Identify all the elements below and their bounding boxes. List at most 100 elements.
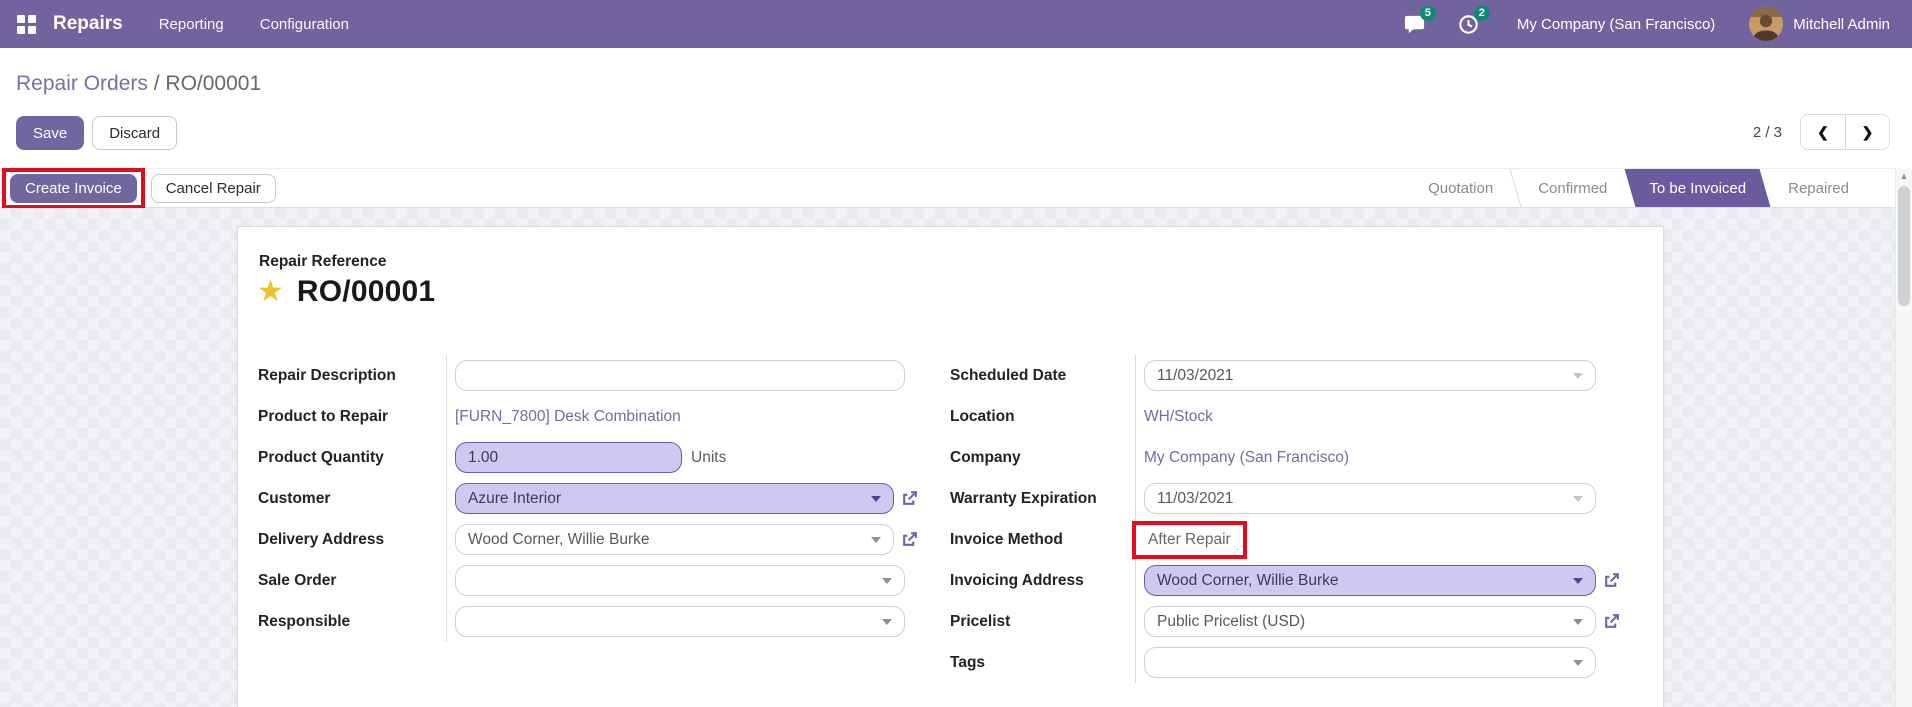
field-row-repair-description: Repair Description [258,355,918,396]
field-label-invoicing-address: Invoicing Address [950,572,1144,590]
delivery-address-input[interactable]: Wood Corner, Willie Burke [455,524,894,555]
scrollbar-thumb[interactable] [1898,186,1910,306]
activities-clock-icon[interactable]: 2 [1457,12,1481,36]
caret-down-icon [882,619,892,625]
field-widget [1144,647,1650,678]
product-to-repair-value[interactable]: [FURN_7800] Desk Combination [455,408,681,426]
pager-next-button[interactable]: ❯ [1845,115,1889,149]
external-link-icon[interactable] [1603,572,1620,589]
field-row-product-quantity: Product Quantity1.00 Units [258,437,918,478]
invoicing-address-input[interactable]: Wood Corner, Willie Burke [1144,565,1596,596]
field-widget: 11/03/2021 [1144,483,1650,514]
field-row-sale-order: Sale Order [258,560,918,601]
field-label-product-quantity: Product Quantity [258,449,455,467]
annotation-red-box-create-invoice: Create Invoice [2,168,145,209]
user-avatar[interactable] [1749,7,1783,41]
content-area: Repair Reference ★ RO/00001 Repair Descr… [0,208,1896,707]
field-row-tags: Tags [950,642,1650,683]
save-button[interactable]: Save [16,116,84,150]
uom-suffix: Units [691,449,726,467]
field-row-pricelist: PricelistPublic Pricelist (USD) [950,601,1650,642]
field-label-warranty-expiration: Warranty Expiration [950,490,1144,508]
field-label-responsible: Responsible [258,613,455,631]
field-label-repair-description: Repair Description [258,367,455,385]
customer-input[interactable]: Azure Interior [455,483,894,514]
status-label: Quotation [1428,180,1493,197]
menu-reporting[interactable]: Reporting [159,16,224,33]
pager-previous-button[interactable]: ❮ [1801,115,1845,149]
caret-down-icon [871,496,881,502]
scroll-up-icon[interactable]: ▲ [1896,168,1912,184]
user-menu[interactable]: Mitchell Admin [1793,16,1890,33]
breadcrumb-current: RO/00001 [165,72,261,95]
field-row-warranty-expiration: Warranty Expiration11/03/2021 [950,478,1650,519]
field-label-tags: Tags [950,654,1144,672]
field-row-location: LocationWH/Stock [950,396,1650,437]
messages-count-badge: 5 [1420,6,1436,21]
product-quantity-input[interactable]: 1.00 [455,442,682,473]
tags-input[interactable] [1144,647,1596,678]
caret-down-icon [1573,373,1583,379]
status-to-be-invoiced[interactable]: To be Invoiced [1628,169,1767,207]
field-widget: WH/Stock [1144,408,1650,426]
status-confirmed[interactable]: Confirmed [1517,169,1628,207]
caret-down-icon [882,578,892,584]
field-row-scheduled-date: Scheduled Date11/03/2021 [950,355,1650,396]
field-row-invoice-method: Invoice MethodAfter Repair [950,519,1650,560]
field-widget: 1.00 Units [455,442,918,473]
company-switcher[interactable]: My Company (San Francisco) [1517,16,1715,33]
field-row-product-to-repair: Product to Repair[FURN_7800] Desk Combin… [258,396,918,437]
reference-line: ★ RO/00001 [257,275,435,309]
responsible-input[interactable] [455,606,905,637]
pager: 2 / 3 ❮ ❯ [1753,114,1890,150]
form-sheet: Repair Reference ★ RO/00001 Repair Descr… [237,226,1664,707]
control-panel-buttons: Save Discard [16,116,177,150]
vertical-scrollbar[interactable]: ▲ [1895,168,1912,707]
field-widget [455,606,918,637]
field-value: Wood Corner, Willie Burke [468,531,649,549]
top-navbar: Repairs Reporting Configuration 5 2 My C… [0,0,1912,48]
location-value[interactable]: WH/Stock [1144,408,1213,426]
caret-down-icon [1573,496,1583,502]
field-widget: Wood Corner, Willie Burke [455,524,918,555]
invoice-method-value: After Repair [1148,531,1231,549]
breadcrumb-repair-orders[interactable]: Repair Orders [16,72,148,95]
field-row-responsible: Responsible [258,601,918,642]
field-widget [455,565,918,596]
apps-grid-icon[interactable] [17,15,36,34]
field-label-pricelist: Pricelist [950,613,1144,631]
odoo-repairs-screen: Repairs Reporting Configuration 5 2 My C… [0,0,1912,707]
field-label-product-to-repair: Product to Repair [258,408,455,426]
field-widget: My Company (San Francisco) [1144,449,1650,467]
field-label-customer: Customer [258,490,455,508]
external-link-icon[interactable] [901,531,918,548]
status-repaired[interactable]: Repaired [1767,169,1870,207]
scheduled-date-input[interactable]: 11/03/2021 [1144,360,1596,391]
field-row-delivery-address: Delivery AddressWood Corner, Willie Burk… [258,519,918,560]
menu-configuration[interactable]: Configuration [260,16,349,33]
messages-chat-bubble-icon[interactable]: 5 [1403,12,1427,36]
create-invoice-button[interactable]: Create Invoice [10,174,137,203]
company-value[interactable]: My Company (San Francisco) [1144,449,1349,467]
field-value: Azure Interior [468,490,561,508]
cancel-repair-button[interactable]: Cancel Repair [151,174,276,203]
repair-reference-label: Repair Reference [259,253,387,271]
pricelist-input[interactable]: Public Pricelist (USD) [1144,606,1596,637]
app-name-repairs[interactable]: Repairs [53,13,123,35]
right-fields-column: Scheduled Date11/03/2021LocationWH/Stock… [950,355,1650,683]
repair-description-input[interactable] [455,360,905,391]
field-row-customer: Customer Azure Interior [258,478,918,519]
status-quotation[interactable]: Quotation [1407,169,1514,207]
warranty-expiration-input[interactable]: 11/03/2021 [1144,483,1596,514]
navbar-right: 5 2 My Company (San Francisco) Mitchell … [1373,7,1890,41]
field-widget: 11/03/2021 [1144,360,1650,391]
annotation-red-box-after-repair: After Repair [1132,521,1247,559]
favorite-star-icon[interactable]: ★ [257,277,284,307]
external-link-icon[interactable] [1603,613,1620,630]
discard-button[interactable]: Discard [92,116,177,150]
external-link-icon[interactable] [901,490,918,507]
sale-order-input[interactable] [455,565,905,596]
status-label: Confirmed [1538,180,1607,197]
field-widget [455,360,918,391]
field-value: 11/03/2021 [1157,367,1233,385]
